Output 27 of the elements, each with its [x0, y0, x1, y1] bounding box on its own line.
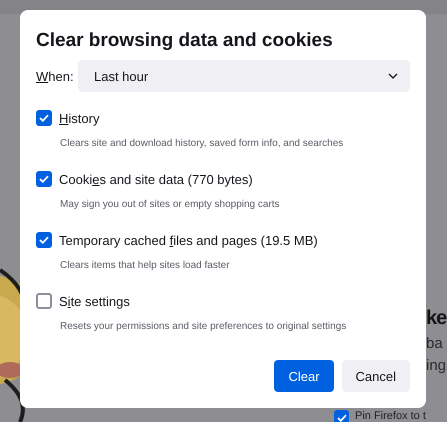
- when-label: When:: [36, 68, 70, 84]
- chevron-down-icon: [388, 73, 398, 79]
- cancel-button[interactable]: Cancel: [342, 360, 410, 392]
- option-label[interactable]: Cookies and site data (770 bytes): [59, 172, 253, 186]
- background-text: ba: [426, 334, 443, 354]
- background-heading: ke: [426, 306, 446, 331]
- option-label[interactable]: Site settings: [59, 294, 130, 308]
- option-label[interactable]: History: [59, 110, 100, 126]
- option-checkbox[interactable]: [36, 293, 52, 309]
- background-checkbox[interactable]: [334, 410, 349, 422]
- checkmark-icon: [39, 114, 49, 122]
- clear-button[interactable]: Clear: [274, 360, 334, 392]
- option-description: Clears site and download history, saved form info, and searches: [60, 138, 344, 149]
- checkmark-icon: [39, 236, 49, 244]
- checkmark-icon: [336, 414, 346, 422]
- option-description: Resets your permissions and site preferences to original settings: [60, 321, 348, 332]
- option-checkbox[interactable]: [36, 171, 52, 187]
- dialog-title: Clear browsing data and cookies: [36, 29, 334, 53]
- background-checkbox-label: Pin Firefox to t: [355, 410, 426, 422]
- option-description: May sign you out of sites or empty shopping carts: [60, 199, 281, 210]
- option-description: Clears items that help sites load faster: [60, 260, 231, 271]
- background-text: ing: [426, 356, 446, 376]
- checkmark-icon: [39, 175, 49, 183]
- option-label[interactable]: Temporary cached files and pages (19.5 MB): [59, 232, 318, 248]
- option-checkbox[interactable]: [36, 232, 52, 248]
- time-range-dropdown[interactable]: Last hour: [78, 60, 410, 92]
- option-checkbox[interactable]: [36, 110, 52, 126]
